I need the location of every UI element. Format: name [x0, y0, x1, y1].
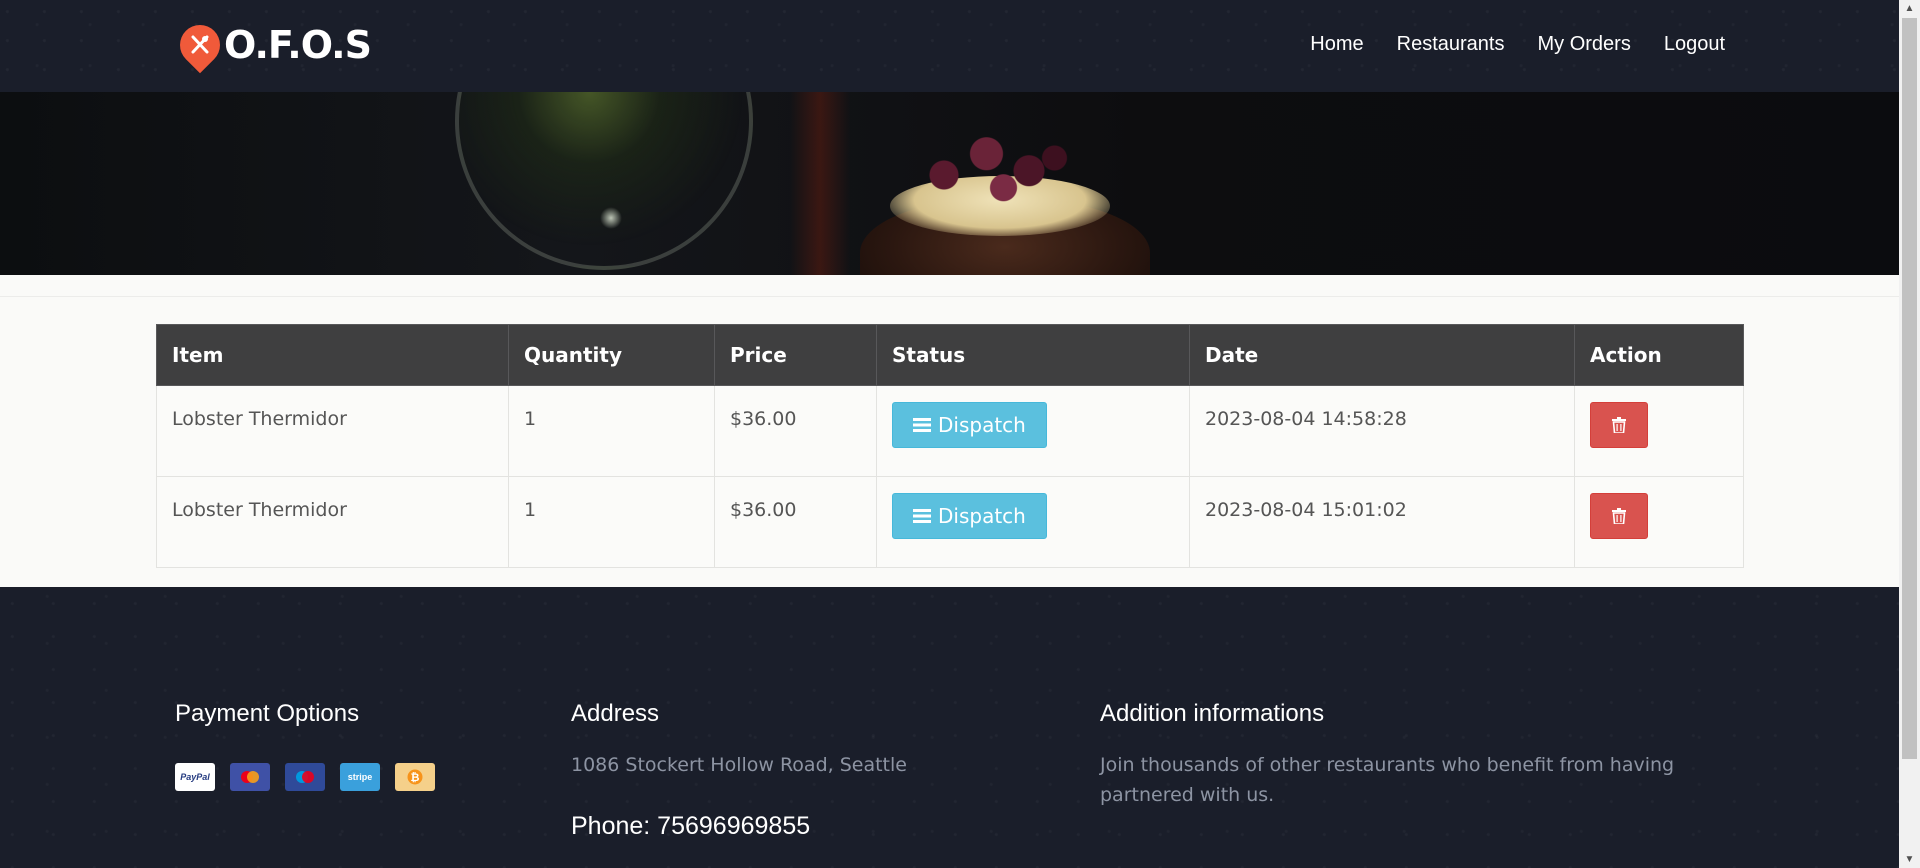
hero-banner — [0, 92, 1899, 275]
column-header-date: Date — [1189, 324, 1575, 386]
mastercard-icon — [230, 763, 270, 791]
order-price: $36.00 — [714, 385, 877, 477]
trash-icon — [1612, 508, 1626, 524]
brand-name: O.F.O.S — [224, 23, 372, 67]
hero-highlight-decor — [600, 207, 622, 229]
order-date: 2023-08-04 14:58:28 — [1189, 385, 1575, 477]
stripe-icon: stripe — [340, 763, 380, 791]
phone-number: Phone: 75696969855 — [571, 812, 811, 840]
order-item: Lobster Thermidor — [156, 476, 509, 568]
hero-glass-decor — [455, 92, 753, 270]
order-quantity: 1 — [508, 476, 715, 568]
logo[interactable]: O.F.O.S — [171, 16, 372, 74]
footer-address: Address 1086 Stockert Hollow Road, Seatt… — [571, 700, 907, 841]
dispatch-button[interactable]: Dispatch — [892, 493, 1047, 539]
divider — [0, 296, 1899, 297]
fork-knife-icon — [171, 16, 229, 74]
hero-glow-decor — [790, 92, 850, 275]
table-row: Lobster Thermidor 1 $36.00 Dispatch 2023… — [156, 476, 1744, 568]
order-item: Lobster Thermidor — [156, 385, 509, 477]
site-header: O.F.O.S Home Restaurants My Orders Logou… — [0, 0, 1899, 92]
trash-icon — [1612, 417, 1626, 433]
address-text: 1086 Stockert Hollow Road, Seattle — [571, 754, 907, 776]
scroll-thumb[interactable] — [1902, 18, 1917, 759]
scroll-up-arrow-icon[interactable]: ▲ — [1899, 0, 1920, 17]
menu-icon — [913, 509, 931, 523]
orders-table-wrapper: Item Quantity Price Status Date Action L… — [156, 324, 1744, 568]
site-footer: Payment Options PayPal stripe ₿ Address … — [0, 587, 1899, 868]
orders-table: Item Quantity Price Status Date Action L… — [156, 324, 1744, 568]
payment-title: Payment Options — [175, 700, 360, 727]
paypal-icon: PayPal — [175, 763, 215, 791]
bitcoin-icon: ₿ — [395, 763, 435, 791]
table-row: Lobster Thermidor 1 $36.00 Dispatch 2023… — [156, 385, 1744, 477]
hero-cake-image — [850, 124, 1150, 275]
main-nav: Home Restaurants My Orders Logout — [1277, 0, 1725, 88]
nav-restaurants[interactable]: Restaurants — [1397, 33, 1505, 56]
column-header-quantity: Quantity — [508, 324, 715, 386]
address-title: Address — [571, 700, 660, 727]
info-title: Addition informations — [1100, 700, 1325, 727]
nav-home[interactable]: Home — [1310, 33, 1363, 56]
delete-button[interactable] — [1590, 493, 1648, 539]
footer-info: Addition informations Join thousands of … — [1100, 700, 1700, 810]
payment-cards: PayPal stripe ₿ — [175, 763, 435, 791]
maestro-icon — [285, 763, 325, 791]
info-text: Join thousands of other restaurants who … — [1100, 754, 1675, 806]
order-status-cell: Dispatch — [876, 385, 1190, 477]
column-header-item: Item — [156, 324, 509, 386]
delete-button[interactable] — [1590, 402, 1648, 448]
order-date: 2023-08-04 15:01:02 — [1189, 476, 1575, 568]
nav-logout[interactable]: Logout — [1664, 33, 1725, 56]
dispatch-button[interactable]: Dispatch — [892, 402, 1047, 448]
order-action-cell — [1574, 476, 1744, 568]
column-header-action: Action — [1574, 324, 1744, 386]
order-quantity: 1 — [508, 385, 715, 477]
order-price: $36.00 — [714, 476, 877, 568]
dispatch-label: Dispatch — [938, 504, 1026, 528]
column-header-price: Price — [714, 324, 877, 386]
column-header-status: Status — [876, 324, 1190, 386]
page: O.F.O.S Home Restaurants My Orders Logou… — [0, 0, 1899, 868]
menu-icon — [913, 418, 931, 432]
table-header-row: Item Quantity Price Status Date Action — [156, 324, 1744, 386]
page-scrollbar[interactable]: ▲ ▼ — [1899, 0, 1920, 868]
svg-text:₿: ₿ — [411, 771, 420, 784]
order-status-cell: Dispatch — [876, 476, 1190, 568]
dispatch-label: Dispatch — [938, 413, 1026, 437]
nav-my-orders[interactable]: My Orders — [1537, 33, 1630, 56]
order-action-cell — [1574, 385, 1744, 477]
scroll-down-arrow-icon[interactable]: ▼ — [1899, 851, 1920, 868]
footer-payment: Payment Options PayPal stripe ₿ — [175, 700, 435, 791]
